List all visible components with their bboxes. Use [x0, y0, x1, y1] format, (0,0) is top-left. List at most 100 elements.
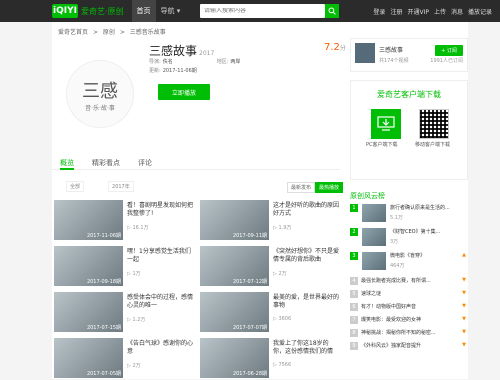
search-input[interactable] — [200, 8, 310, 14]
video-thumbnail[interactable]: 2017-07-15期 — [54, 292, 123, 332]
ranking-thumbnail[interactable] — [362, 228, 386, 246]
ranking-item[interactable]: 4 最强长跑者完成比赛，有所谓... ▼ — [350, 277, 468, 285]
video-title[interactable]: 嘿！1分享感觉生活我们一起 — [127, 248, 193, 264]
pc-download-label[interactable]: PC客户端下载 — [366, 141, 398, 148]
trend-down-icon: ▼ — [462, 290, 466, 296]
ranking-thumbnail[interactable] — [362, 252, 386, 270]
ranking-title-text[interactable]: 速球之谜 — [361, 291, 381, 297]
video-thumbnail[interactable]: 2017-07-07期 — [200, 292, 269, 332]
nav-home[interactable]: 首页 — [131, 0, 156, 22]
ranking-item[interactable]: 5 速球之谜 ▼ — [350, 290, 468, 298]
sort-newest[interactable]: 最新发布 — [287, 182, 316, 193]
video-date: 2017-09-18期 — [86, 279, 121, 285]
ranking-item[interactable]: 6 有才！动物版中国好声音 ▼ — [350, 303, 468, 311]
ranking-title-text[interactable]: 《外科风云》独家配音提升 — [361, 343, 421, 349]
rank-badge: 4 — [350, 277, 358, 285]
tab-highlights[interactable]: 精彩看点 — [92, 156, 120, 170]
video-date: 2017-07-15期 — [86, 325, 121, 331]
logo-text: 爱奇艺·原创 — [81, 6, 124, 16]
search-box — [200, 4, 339, 18]
video-title[interactable]: 我爱上了你这18岁的你，这份感情我们的情 — [273, 340, 339, 356]
video-card[interactable]: 2017-07-05期 《告白气球》感谢你的心意 ▷ 2万 — [54, 338, 196, 380]
monitor-icon — [377, 116, 395, 131]
ranking-title-text[interactable]: 微电影《盲穿》 — [390, 252, 466, 260]
subscribe-button[interactable]: + 订阅 — [435, 45, 463, 56]
show-year: 2017 — [199, 50, 215, 57]
rank-badge: 8 — [350, 329, 358, 337]
tab-comments[interactable]: 评论 — [138, 156, 152, 170]
plays-count: 7566 — [278, 362, 292, 368]
channel-avatar[interactable] — [355, 43, 375, 63]
rank-badge: 9 — [350, 342, 358, 350]
video-plays: ▷ 2万 — [273, 271, 287, 277]
history-link[interactable]: 播放记录 — [468, 7, 492, 16]
video-thumbnail[interactable]: 2017-07-05期 — [54, 338, 123, 378]
register-link[interactable]: 注册 — [390, 7, 402, 16]
video-thumbnail[interactable]: 2017-06-28期 — [200, 338, 269, 378]
ranking-title-text[interactable]: 有才！动物版中国好声音 — [361, 304, 416, 310]
video-title[interactable]: 最美的爱，是世界最好的事物 — [273, 294, 339, 310]
search-button[interactable] — [325, 4, 339, 18]
ranking-title-text[interactable]: 爆笑电影：最受欢迎的女神 — [361, 317, 421, 323]
video-thumbnail[interactable]: 2017-09-11期 — [200, 200, 269, 240]
video-card[interactable]: 2017-07-07期 最美的爱，是世界最好的事物 ▷ 3606 — [200, 292, 342, 334]
ranking-title-text[interactable]: 神秘挑战：揭秘你所不知的秘密... — [361, 330, 436, 336]
video-thumbnail[interactable]: 2017-09-18期 — [54, 246, 123, 286]
video-title[interactable]: 这才是好听的歌曲的原因好方式 — [273, 202, 339, 218]
sort-toggle: 最新发布 最热播放 — [287, 182, 344, 193]
video-thumbnail[interactable]: 2017-07-12期 — [200, 246, 269, 286]
plays-count: 3606 — [278, 316, 292, 322]
rank-badge: 3 — [350, 252, 358, 260]
filter-year[interactable]: 2017年 — [108, 181, 134, 192]
ranking-item[interactable]: 3 微电影《盲穿》 464万 ▲ — [350, 252, 468, 274]
ranking-title-text[interactable]: 最强长跑者完成比赛，有所谓... — [361, 278, 431, 284]
pc-download-icon[interactable] — [371, 109, 401, 139]
ranking-item[interactable]: 7 爆笑电影：最受欢迎的女神 ▼ — [350, 316, 468, 324]
mobile-download-label[interactable]: 移动客户端下载 — [415, 141, 450, 148]
video-card[interactable]: 2017-06-28期 我爱上了你这18岁的你，这份感情我们的情 ▷ 7566 — [200, 338, 342, 380]
plays-count: 2万 — [278, 271, 287, 277]
video-card[interactable]: 2017-07-15期 感受体会中的过程，感情心灵的唯一 ▷ 1.2万 — [54, 292, 196, 334]
video-card[interactable]: 2017-09-18期 嘿！1分享感觉生活我们一起 ▷ 1万 — [54, 246, 196, 288]
filter-all[interactable]: 全部 — [66, 181, 85, 192]
video-plays: ▷ 1万 — [127, 271, 141, 277]
ranking-item[interactable]: 2 《财智CEO》第十集... 3万 — [350, 228, 468, 250]
plays-count: 1.2万 — [132, 317, 146, 323]
upload-link[interactable]: 上传 — [434, 7, 446, 16]
video-title[interactable]: 感受体会中的过程，感情心灵的唯一 — [127, 294, 193, 310]
video-date: 2017-07-07期 — [232, 325, 267, 331]
crumb-current[interactable]: 三感音乐故事 — [130, 29, 166, 36]
vip-link[interactable]: 开通VIP — [407, 7, 429, 16]
video-card[interactable]: 2017-07-12期 《突然好想你》不只是爱情专属的背后歌曲 ▷ 2万 — [200, 246, 342, 288]
ranking-item[interactable]: 9 《外科风云》独家配音提升 ▼ — [350, 342, 468, 350]
video-card[interactable]: 2017-11-06期 看！喜剧明星发现如何把我整惨了! ▷ 16.1万 — [54, 200, 196, 242]
sort-hottest[interactable]: 最热播放 — [315, 182, 344, 193]
plays-count: 1万 — [132, 271, 141, 277]
login-link[interactable]: 登录 — [373, 7, 385, 16]
tab-overview[interactable]: 概览 — [60, 156, 74, 170]
score-value: 7.2 — [324, 42, 340, 53]
ranking-thumbnail[interactable] — [362, 204, 386, 222]
meta-director[interactable]: 佚名 — [163, 59, 173, 65]
crumb-home[interactable]: 爱奇艺首页 — [58, 29, 88, 36]
score-unit: 分 — [339, 45, 346, 52]
crumb-original[interactable]: 原创 — [103, 29, 115, 36]
channel-name[interactable]: 三感故事 — [379, 45, 403, 54]
video-thumbnail[interactable]: 2017-11-06期 — [54, 200, 123, 240]
trend-down-icon: ▼ — [462, 342, 466, 348]
nav-guide[interactable]: 导航 ▾ — [156, 0, 186, 22]
site-logo[interactable]: iQIYI 爱奇艺·原创 — [52, 4, 124, 18]
video-title[interactable]: 看！喜剧明星发现如何把我整惨了! — [127, 202, 193, 218]
show-poster[interactable]: 三感 音·乐·故·事 — [66, 60, 134, 128]
ranking-item[interactable]: 8 神秘挑战：揭秘你所不知的秘密... ▼ — [350, 329, 468, 337]
play-now-button[interactable]: 立即播放 — [158, 84, 210, 100]
video-date: 2017-07-12期 — [232, 279, 267, 285]
ranking-title-text[interactable]: 旅行者确认原来是生活的... — [390, 204, 466, 212]
ranking-title-text[interactable]: 《财智CEO》第十集... — [390, 228, 466, 236]
ranking-item[interactable]: 1 旅行者确认原来是生活的... 5.1万 — [350, 204, 468, 226]
messages-link[interactable]: 消息 — [451, 7, 463, 16]
video-title[interactable]: 《告白气球》感谢你的心意 — [127, 340, 193, 356]
video-title[interactable]: 《突然好想你》不只是爱情专属的背后歌曲 — [273, 248, 339, 264]
video-card[interactable]: 2017-09-11期 这才是好听的歌曲的原因好方式 ▷ 1.9万 — [200, 200, 342, 242]
video-plays: ▷ 16.1万 — [127, 225, 149, 231]
